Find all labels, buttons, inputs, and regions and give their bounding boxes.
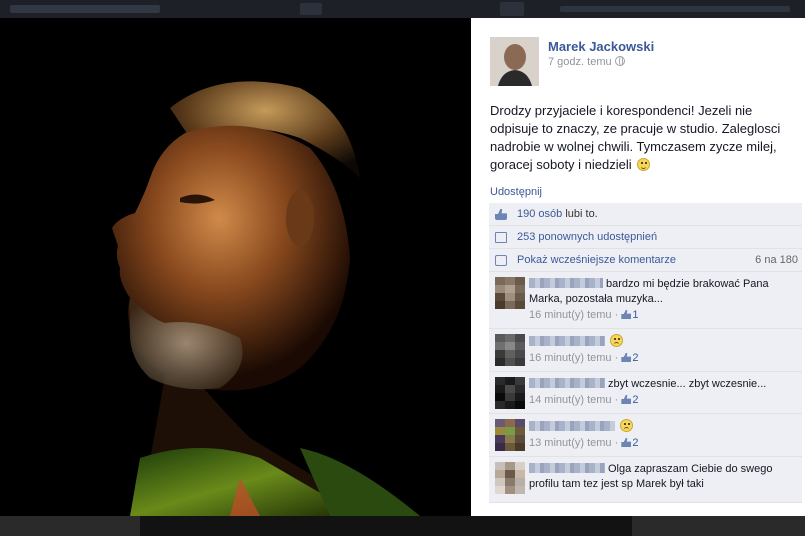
comment-meta: 14 minut(y) temu · 2 [529,394,639,406]
commenter-name-blurred[interactable] [529,336,605,346]
previous-comments-row: Pokaż wcześniejsze komentarze 6 na 180 [489,249,802,272]
comment-likes[interactable]: 2 [632,394,638,406]
show-previous-comments-link[interactable]: Pokaż wcześniejsze komentarze [517,254,676,266]
commenter-name-blurred[interactable] [529,278,603,288]
blurred-top-text [560,6,790,12]
author-name[interactable]: Marek Jackowski [548,39,654,54]
comment-meta: 16 minut(y) temu · 2 [529,352,639,364]
post-text: Drodzy przyjaciele i korespondenci! Jeze… [490,102,800,174]
post-timestamp: 7 godz. temu [548,56,625,68]
comment-likes[interactable]: 2 [632,437,638,449]
author-avatar[interactable] [490,37,539,86]
comment-icon [495,255,507,266]
top-bar [0,0,805,18]
shares-link[interactable]: 253 ponownych udostępnień [517,231,657,243]
commenter-name-blurred[interactable] [529,378,605,388]
comment-likes[interactable]: 2 [632,352,638,364]
top-control[interactable] [500,2,524,16]
sad-face-emoticon-icon [620,419,633,432]
share-icon [495,232,507,243]
portrait-image [0,18,471,516]
comment-meta: 16 minut(y) temu · 1 [529,309,639,321]
like-thumb-icon [621,310,632,319]
post-side-panel: Marek Jackowski 7 godz. temu Drodzy przy… [471,18,805,516]
post-body: Drodzy przyjaciele i korespondenci! Jeze… [490,103,781,172]
post-time[interactable]: 7 godz. temu [548,56,612,68]
share-link[interactable]: Udostępnij [490,186,542,198]
comment-time[interactable]: 13 minut(y) temu [529,437,612,449]
comment-item: zbyt wczesnie... zbyt wczesnie... 14 min… [489,372,802,414]
commenter-avatar[interactable] [495,377,525,409]
bottom-bar [0,516,805,536]
blurred-top-text [10,5,160,13]
sad-face-emoticon-icon [610,334,623,347]
commenter-name-blurred[interactable] [529,421,615,431]
comment-time[interactable]: 16 minut(y) temu [529,352,612,364]
smiley-emoticon-icon [637,158,651,171]
post-photo[interactable] [0,18,471,516]
likes-row: 190 osób lubi to. [489,203,802,226]
bottom-right-block [632,516,805,536]
commenter-avatar[interactable] [495,277,525,309]
commenter-avatar[interactable] [495,462,525,494]
like-thumb-icon [621,395,632,404]
bottom-left-block [0,516,140,536]
comment-time[interactable]: 14 minut(y) temu [529,394,612,406]
photo-viewer: Marek Jackowski 7 godz. temu Drodzy przy… [0,0,805,536]
feedback-section: 190 osób lubi to. 253 ponownych udostępn… [489,203,802,503]
comment-item: 13 minut(y) temu · 2 [489,414,802,457]
comment-time[interactable]: 16 minut(y) temu [529,309,612,321]
comment-item: 16 minut(y) temu · 2 [489,329,802,372]
like-thumb-icon [621,438,632,447]
commenter-avatar[interactable] [495,419,525,451]
like-thumb-icon [495,209,507,220]
like-thumb-icon [621,353,632,362]
comment-meta: 13 minut(y) temu · 2 [529,437,639,449]
comment-text: zbyt wczesnie... zbyt wczesnie... [608,378,767,390]
commenter-avatar[interactable] [495,334,525,366]
comment-likes[interactable]: 1 [632,309,638,321]
shares-row: 253 ponownych udostępnień [489,226,802,249]
commenter-name-blurred[interactable] [529,463,605,473]
globe-icon [614,56,625,66]
comment-item: bardzo mi będzie brakować Pana Marka, po… [489,272,802,329]
comment-count: 6 na 180 [755,254,798,266]
comment-item: Olga zapraszam Ciebie do swego profilu t… [489,457,802,503]
likes-suffix: lubi to. [565,208,598,220]
likes-count-link[interactable]: 190 osób [517,208,562,220]
top-control[interactable] [300,3,322,15]
